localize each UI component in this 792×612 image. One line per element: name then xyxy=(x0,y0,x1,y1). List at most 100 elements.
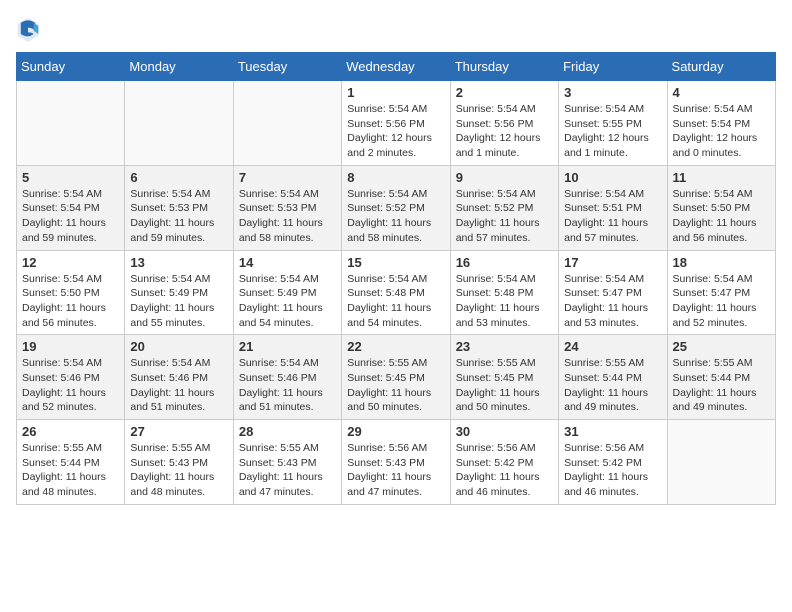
calendar-cell xyxy=(17,81,125,166)
day-number: 22 xyxy=(347,339,444,354)
calendar-cell: 1 Sunrise: 5:54 AMSunset: 5:56 PMDaylight… xyxy=(342,81,450,166)
day-number: 3 xyxy=(564,85,661,100)
day-number: 16 xyxy=(456,255,553,270)
day-info: Sunrise: 5:55 AMSunset: 5:44 PMDaylight:… xyxy=(564,356,661,415)
calendar-cell: 13Sunrise: 5:54 AMSunset: 5:49 PMDayligh… xyxy=(125,250,233,335)
day-number: 17 xyxy=(564,255,661,270)
calendar-cell xyxy=(233,81,341,166)
day-number: 23 xyxy=(456,339,553,354)
calendar-cell: 7 Sunrise: 5:54 AMSunset: 5:53 PMDaylight… xyxy=(233,165,341,250)
calendar-cell: 9 Sunrise: 5:54 AMSunset: 5:52 PMDaylight… xyxy=(450,165,558,250)
calendar-cell xyxy=(667,420,775,505)
header-tuesday: Tuesday xyxy=(233,53,341,81)
day-info: Sunrise: 5:55 AMSunset: 5:43 PMDaylight:… xyxy=(130,441,227,500)
calendar-cell: 28 Sunrise: 5:55 AMSunset: 5:43 PMDayligh… xyxy=(233,420,341,505)
week-row-2: 5 Sunrise: 5:54 AMSunset: 5:54 PMDaylight… xyxy=(17,165,776,250)
day-info: Sunrise: 5:54 AMSunset: 5:47 PMDaylight:… xyxy=(564,272,661,331)
day-number: 11 xyxy=(673,170,770,185)
day-number: 5 xyxy=(22,170,119,185)
header-sunday: Sunday xyxy=(17,53,125,81)
day-number: 31 xyxy=(564,424,661,439)
calendar-cell: 4 Sunrise: 5:54 AMSunset: 5:54 PMDaylight… xyxy=(667,81,775,166)
calendar-cell: 6Sunrise: 5:54 AMSunset: 5:53 PMDaylight… xyxy=(125,165,233,250)
day-info: Sunrise: 5:54 AMSunset: 5:46 PMDaylight:… xyxy=(239,356,336,415)
calendar-cell: 12 Sunrise: 5:54 AMSunset: 5:50 PMDayligh… xyxy=(17,250,125,335)
day-info: Sunrise: 5:55 AMSunset: 5:45 PMDaylight:… xyxy=(456,356,553,415)
week-row-5: 26 Sunrise: 5:55 AMSunset: 5:44 PMDayligh… xyxy=(17,420,776,505)
page-container: Sunday Monday Tuesday Wednesday Thursday… xyxy=(16,16,776,505)
day-header-row: Sunday Monday Tuesday Wednesday Thursday… xyxy=(17,53,776,81)
calendar-cell: 22 Sunrise: 5:55 AMSunset: 5:45 PMDayligh… xyxy=(342,335,450,420)
day-info: Sunrise: 5:54 AMSunset: 5:54 PMDaylight:… xyxy=(22,187,119,246)
day-number: 26 xyxy=(22,424,119,439)
day-number: 28 xyxy=(239,424,336,439)
day-info: Sunrise: 5:54 AMSunset: 5:53 PMDaylight:… xyxy=(130,187,227,246)
day-info: Sunrise: 5:56 AMSunset: 5:42 PMDaylight:… xyxy=(564,441,661,500)
day-number: 1 xyxy=(347,85,444,100)
day-info: Sunrise: 5:54 AMSunset: 5:47 PMDaylight:… xyxy=(673,272,770,331)
header-saturday: Saturday xyxy=(667,53,775,81)
day-number: 29 xyxy=(347,424,444,439)
day-info: Sunrise: 5:54 AMSunset: 5:56 PMDaylight:… xyxy=(347,102,444,161)
day-number: 18 xyxy=(673,255,770,270)
day-info: Sunrise: 5:55 AMSunset: 5:45 PMDaylight:… xyxy=(347,356,444,415)
day-info: Sunrise: 5:54 AMSunset: 5:56 PMDaylight:… xyxy=(456,102,553,161)
calendar-cell: 16 Sunrise: 5:54 AMSunset: 5:48 PMDayligh… xyxy=(450,250,558,335)
day-number: 25 xyxy=(673,339,770,354)
day-info: Sunrise: 5:54 AMSunset: 5:51 PMDaylight:… xyxy=(564,187,661,246)
calendar-cell: 30 Sunrise: 5:56 AMSunset: 5:42 PMDayligh… xyxy=(450,420,558,505)
day-info: Sunrise: 5:54 AMSunset: 5:49 PMDaylight:… xyxy=(130,272,227,331)
calendar-cell: 20Sunrise: 5:54 AMSunset: 5:46 PMDayligh… xyxy=(125,335,233,420)
logo xyxy=(16,16,44,44)
header-wednesday: Wednesday xyxy=(342,53,450,81)
calendar-cell: 17 Sunrise: 5:54 AMSunset: 5:47 PMDayligh… xyxy=(559,250,667,335)
header-monday: Monday xyxy=(125,53,233,81)
calendar-cell: 23 Sunrise: 5:55 AMSunset: 5:45 PMDayligh… xyxy=(450,335,558,420)
day-info: Sunrise: 5:54 AMSunset: 5:52 PMDaylight:… xyxy=(347,187,444,246)
calendar-cell: 19 Sunrise: 5:54 AMSunset: 5:46 PMDayligh… xyxy=(17,335,125,420)
day-info: Sunrise: 5:54 AMSunset: 5:52 PMDaylight:… xyxy=(456,187,553,246)
day-info: Sunrise: 5:54 AMSunset: 5:53 PMDaylight:… xyxy=(239,187,336,246)
day-number: 4 xyxy=(673,85,770,100)
calendar-cell: 21 Sunrise: 5:54 AMSunset: 5:46 PMDayligh… xyxy=(233,335,341,420)
calendar-cell: 18 Sunrise: 5:54 AMSunset: 5:47 PMDayligh… xyxy=(667,250,775,335)
calendar-cell: 8 Sunrise: 5:54 AMSunset: 5:52 PMDaylight… xyxy=(342,165,450,250)
week-row-4: 19 Sunrise: 5:54 AMSunset: 5:46 PMDayligh… xyxy=(17,335,776,420)
day-number: 7 xyxy=(239,170,336,185)
day-number: 30 xyxy=(456,424,553,439)
header-friday: Friday xyxy=(559,53,667,81)
day-info: Sunrise: 5:54 AMSunset: 5:46 PMDaylight:… xyxy=(130,356,227,415)
day-number: 21 xyxy=(239,339,336,354)
day-info: Sunrise: 5:55 AMSunset: 5:44 PMDaylight:… xyxy=(673,356,770,415)
day-info: Sunrise: 5:54 AMSunset: 5:46 PMDaylight:… xyxy=(22,356,119,415)
day-number: 2 xyxy=(456,85,553,100)
header-thursday: Thursday xyxy=(450,53,558,81)
calendar-cell: 24Sunrise: 5:55 AMSunset: 5:44 PMDayligh… xyxy=(559,335,667,420)
day-number: 14 xyxy=(239,255,336,270)
day-info: Sunrise: 5:55 AMSunset: 5:44 PMDaylight:… xyxy=(22,441,119,500)
calendar-cell: 3 Sunrise: 5:54 AMSunset: 5:55 PMDaylight… xyxy=(559,81,667,166)
day-info: Sunrise: 5:54 AMSunset: 5:48 PMDaylight:… xyxy=(456,272,553,331)
day-info: Sunrise: 5:55 AMSunset: 5:43 PMDaylight:… xyxy=(239,441,336,500)
day-number: 19 xyxy=(22,339,119,354)
calendar-table: Sunday Monday Tuesday Wednesday Thursday… xyxy=(16,52,776,505)
day-info: Sunrise: 5:54 AMSunset: 5:54 PMDaylight:… xyxy=(673,102,770,161)
day-info: Sunrise: 5:54 AMSunset: 5:50 PMDaylight:… xyxy=(22,272,119,331)
calendar-cell: 14Sunrise: 5:54 AMSunset: 5:49 PMDayligh… xyxy=(233,250,341,335)
calendar-cell: 2 Sunrise: 5:54 AMSunset: 5:56 PMDaylight… xyxy=(450,81,558,166)
calendar-cell: 26 Sunrise: 5:55 AMSunset: 5:44 PMDayligh… xyxy=(17,420,125,505)
day-number: 10 xyxy=(564,170,661,185)
day-info: Sunrise: 5:54 AMSunset: 5:55 PMDaylight:… xyxy=(564,102,661,161)
day-info: Sunrise: 5:54 AMSunset: 5:48 PMDaylight:… xyxy=(347,272,444,331)
day-number: 12 xyxy=(22,255,119,270)
day-info: Sunrise: 5:54 AMSunset: 5:50 PMDaylight:… xyxy=(673,187,770,246)
day-info: Sunrise: 5:56 AMSunset: 5:43 PMDaylight:… xyxy=(347,441,444,500)
calendar-cell: 25 Sunrise: 5:55 AMSunset: 5:44 PMDayligh… xyxy=(667,335,775,420)
calendar-cell: 11 Sunrise: 5:54 AMSunset: 5:50 PMDayligh… xyxy=(667,165,775,250)
day-number: 8 xyxy=(347,170,444,185)
day-number: 27 xyxy=(130,424,227,439)
logo-icon xyxy=(16,16,40,44)
day-info: Sunrise: 5:56 AMSunset: 5:42 PMDaylight:… xyxy=(456,441,553,500)
calendar-cell: 15Sunrise: 5:54 AMSunset: 5:48 PMDayligh… xyxy=(342,250,450,335)
day-number: 9 xyxy=(456,170,553,185)
